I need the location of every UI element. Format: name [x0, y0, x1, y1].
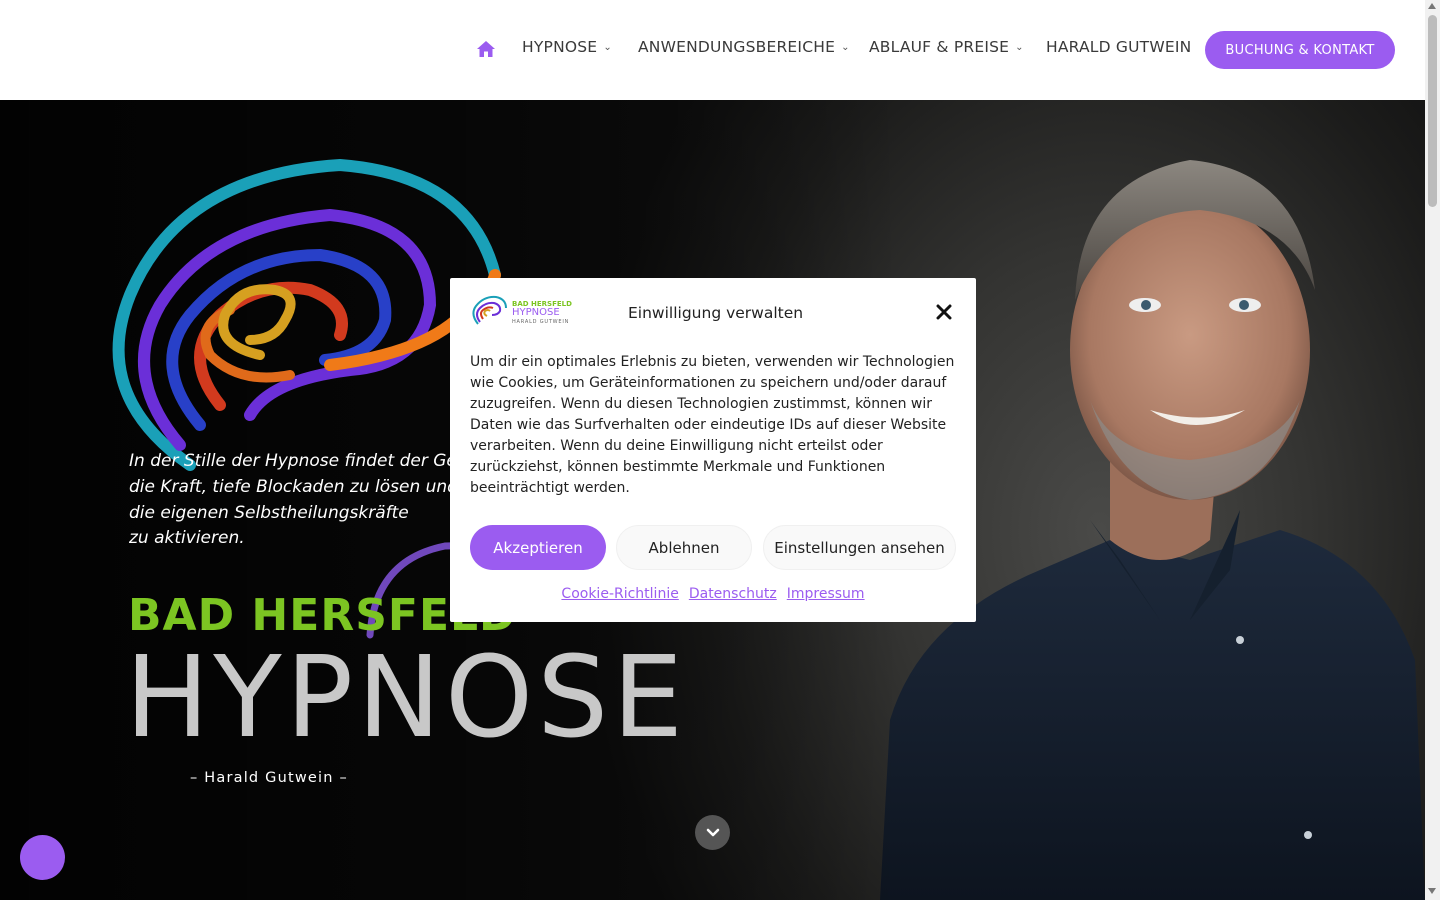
quote-line: In der Stille der Hypnose findet der Ge [129, 451, 457, 471]
consent-logo: BAD HERSFELD HYPNOSE HARALD GUTWEIN [470, 292, 572, 330]
consent-text: Um dir ein optimales Erlebnis zu bieten,… [470, 354, 955, 496]
consent-dialog: BAD HERSFELD HYPNOSE HARALD GUTWEIN Einw… [450, 278, 976, 622]
hero-quote: In der Stille der Hypnose findet der Ge … [129, 449, 489, 552]
quote-line: die Kraft, tiefe Blockaden zu lösen und [129, 476, 458, 497]
cookie-policy-link[interactable]: Cookie-Richtlinie [561, 586, 678, 602]
close-icon[interactable] [936, 304, 952, 320]
nav-label: HYPNOSE [522, 38, 598, 56]
accept-button[interactable]: Akzeptieren [470, 525, 606, 570]
scroll-down-button[interactable] [695, 815, 730, 850]
preferences-button[interactable]: Einstellungen ansehen [763, 525, 956, 570]
scroll-down-arrow-icon[interactable] [1428, 888, 1436, 894]
nav-item-hypnose[interactable]: HYPNOSE ⌄ [522, 38, 612, 56]
consent-links: Cookie-Richtlinie Datenschutz Impressum [450, 586, 976, 602]
site-header: HYPNOSE ⌄ ANWENDUNGSBEREICHE ⌄ ABLAUF & … [0, 0, 1425, 100]
brand-author: – Harald Gutwein – [190, 770, 348, 786]
brand-title: HYPNOSE [125, 633, 687, 763]
logo-line: HARALD GUTWEIN [512, 319, 570, 325]
page-scrollbar[interactable] [1425, 0, 1440, 900]
deny-button[interactable]: Ablehnen [616, 525, 752, 570]
chevron-down-icon: ⌄ [841, 41, 850, 53]
logo-line: HYPNOSE [512, 307, 560, 318]
scrollbar-thumb[interactable] [1428, 15, 1437, 207]
scroll-up-arrow-icon[interactable] [1428, 3, 1436, 9]
booking-contact-button[interactable]: BUCHUNG & KONTAKT [1205, 31, 1395, 69]
imprint-link[interactable]: Impressum [787, 586, 865, 602]
quote-line: die eigenen Selbstheilungskräfte [129, 502, 409, 523]
nav-item-harald-gutwein[interactable]: HARALD GUTWEIN [1046, 38, 1191, 56]
nav-label: ABLAUF & PREISE [869, 38, 1010, 56]
home-icon[interactable] [476, 39, 496, 59]
chevron-down-icon: ⌄ [603, 41, 612, 53]
nav-item-ablauf-preise[interactable]: ABLAUF & PREISE ⌄ [869, 38, 1024, 56]
chevron-down-icon: ⌄ [1015, 41, 1024, 53]
privacy-link[interactable]: Datenschutz [689, 586, 777, 602]
nav-label: HARALD GUTWEIN [1046, 38, 1192, 56]
nav-item-anwendungsbereiche[interactable]: ANWENDUNGSBEREICHE ⌄ [638, 38, 850, 56]
nav-label: ANWENDUNGSBEREICHE [638, 38, 836, 56]
chevron-down-icon [706, 828, 719, 836]
consent-title: Einwilligung verwalten [628, 304, 804, 322]
quote-line: zu aktivieren. [129, 528, 245, 549]
cookie-settings-badge[interactable] [20, 835, 65, 880]
